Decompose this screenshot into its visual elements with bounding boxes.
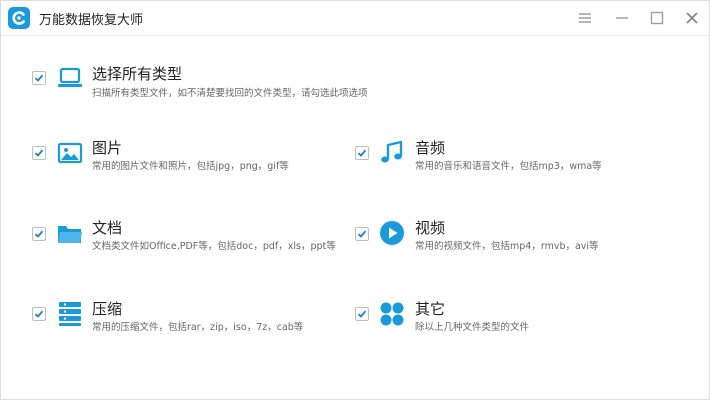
option-title: 文档 — [92, 219, 123, 237]
option-description: 常用的音乐和语音文件，包括mp3，wma等 — [415, 161, 602, 172]
option-description: 扫描所有类型文件，如不清楚要找回的文件类型，请勾选此项选项 — [92, 88, 368, 99]
menu-button[interactable] — [576, 9, 594, 27]
option-title: 选择所有类型 — [92, 65, 183, 83]
minimize-icon — [613, 9, 631, 27]
option-description: 文档类文件如Office,PDF等，包括doc，pdf，xls，ppt等 — [92, 241, 336, 252]
play-circle-icon — [379, 220, 405, 246]
music-note-icon — [379, 140, 405, 166]
checkmark-icon — [357, 149, 367, 157]
checkbox-video[interactable] — [355, 227, 369, 241]
minimize-button[interactable] — [613, 9, 631, 27]
checkmark-icon — [357, 310, 367, 318]
picture-icon — [57, 140, 83, 166]
maximize-button[interactable] — [648, 9, 666, 27]
checkmark-icon — [34, 230, 44, 238]
close-button[interactable] — [683, 9, 701, 27]
close-icon — [683, 9, 701, 27]
maximize-icon — [648, 9, 666, 27]
option-title: 视频 — [415, 219, 446, 237]
option-description: 除以上几种文件类型的文件 — [415, 322, 530, 333]
option-title: 其它 — [415, 300, 446, 318]
checkmark-icon — [34, 310, 44, 318]
checkmark-icon — [34, 74, 44, 82]
checkbox-audio[interactable] — [355, 146, 369, 160]
checkmark-icon — [34, 149, 44, 157]
folder-icon — [57, 221, 83, 247]
checkmark-icon — [357, 230, 367, 238]
app-title: 万能数据恢复大师 — [39, 13, 144, 28]
option-description: 常用的图片文件和照片，包括jpg，png，gif等 — [92, 161, 289, 172]
title-bar: 万能数据恢复大师 — [1, 1, 709, 36]
laptop-icon — [57, 65, 83, 91]
option-description: 常用的视频文件，包括mp4，rmvb，avi等 — [415, 241, 599, 252]
app-window: 万能数据恢复大师 选择所有类型 扫描所有类型文件，如不清楚要找回的文件类型，请勾… — [0, 0, 710, 400]
archive-stack-icon — [57, 301, 83, 327]
checkbox-others[interactable] — [355, 307, 369, 321]
option-title: 压缩 — [92, 300, 123, 318]
hamburger-menu-icon — [576, 9, 594, 27]
option-title: 音频 — [415, 139, 446, 157]
checkbox-documents[interactable] — [32, 227, 46, 241]
checkbox-archives[interactable] — [32, 307, 46, 321]
checkbox-images[interactable] — [32, 146, 46, 160]
option-title: 图片 — [92, 139, 123, 157]
option-description: 常用的压缩文件，包括rar，zip，iso，7z，cab等 — [92, 322, 304, 333]
app-logo-icon — [8, 7, 30, 29]
four-dots-icon — [379, 301, 405, 327]
checkbox-all-types[interactable] — [32, 71, 46, 85]
